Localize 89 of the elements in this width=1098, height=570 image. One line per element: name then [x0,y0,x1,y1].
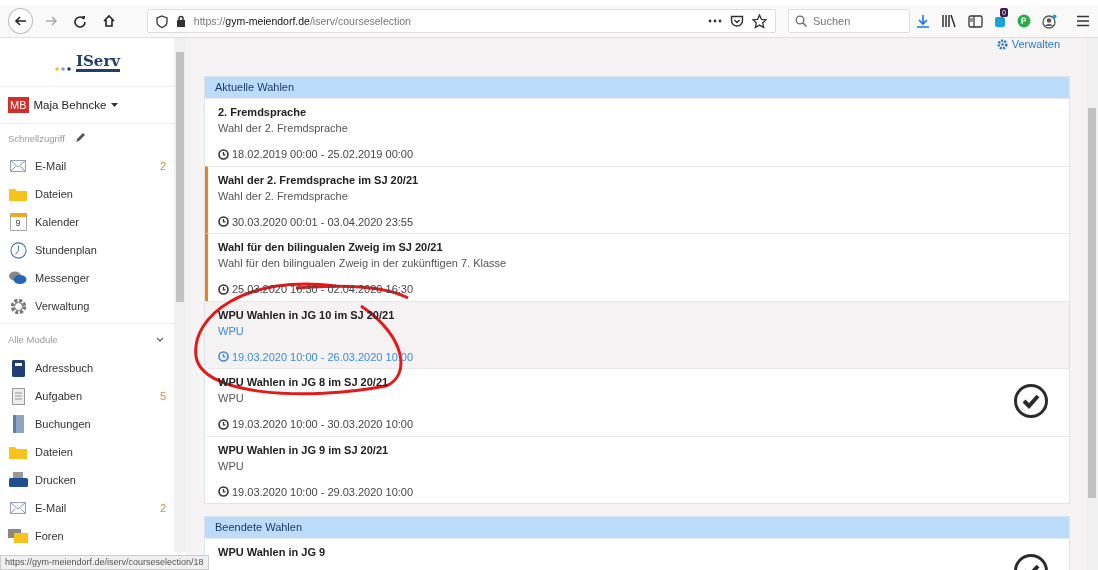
caret-icon [111,103,119,107]
selection-subtitle: WPU [218,459,245,472]
sidebar-item[interactable]: Verwaltung [0,292,174,320]
selection-row[interactable]: Wahl der 2. Fremdsprache im SJ 20/21 Wahl der 2. Fremdsprache 30.03.2020 00:01 - 03.04.2020 23:55 [205,165,1069,233]
selection-row[interactable]: WPU Wahlen in JG 9 [205,538,1069,570]
search-field[interactable]: Suchen [788,9,910,33]
more-icon[interactable] [708,19,722,23]
status-url: https://gym-meiendorf.de/iserv/courseselection/18 [0,555,209,570]
selection-row[interactable]: WPU Wahlen in JG 9 im SJ 20/21 WPU 19.03.2020 10:00 - 29.03.2020 10:00 [205,435,1069,503]
selection-subtitle: WPU [218,392,245,404]
star-icon[interactable] [752,13,767,29]
sidebar-item[interactable]: Adressbuch [0,354,174,382]
forward-arrow-icon [43,14,58,28]
sidebar-item[interactable]: 9 Kalender [0,208,174,236]
back-button[interactable] [8,8,34,34]
selection-subtitle: Wahl der 2. Fremdsprache [218,189,349,202]
selection-title: WPU Wahlen in JG 9 [218,546,327,558]
section-heading: Schnellzugriff [8,132,65,144]
book-icon [11,359,25,377]
printer-icon [8,472,28,488]
pocket-icon[interactable] [730,14,744,28]
sidebar-item[interactable]: Aufgaben 5 [0,382,174,410]
selection-subtitle: WPU [218,324,245,337]
clock-icon [218,351,229,362]
gear-icon [9,297,27,315]
selection-period: 18.02.2019 00:00 - 25.02.2019 00:00 [218,148,1059,160]
selection-period: 30.03.2020 00:01 - 03.04.2020 23:55 [218,215,1059,228]
forum-icon [8,529,28,543]
logo[interactable]: IServ [54,52,120,72]
selection-period: 19.03.2020 10:00 - 29.03.2020 10:00 [218,485,1059,498]
sidebar-item[interactable]: Drucken [0,466,174,494]
selection-title: WPU Wahlen in JG 9 im SJ 20/21 [218,443,390,456]
reload-icon [73,14,87,28]
sidebar-item[interactable]: Dateien [0,180,174,208]
sidebar-item[interactable]: Buchungen [0,410,174,438]
envelope-icon [10,160,26,172]
sidebar-item[interactable]: Messenger [0,264,174,292]
selection-period: 19.03.2020 10:00 - 30.03.2020 10:00 [218,418,1013,430]
sidebar-item[interactable]: E-Mail 2 [0,494,174,522]
sidebar-item[interactable]: Foren [0,522,174,550]
scrollbar[interactable] [1086,38,1098,570]
account-icon[interactable] [1042,13,1057,29]
sidebar-item[interactable]: Stundenplan [0,236,174,264]
address-bar[interactable]: https://gym-meiendorf.de/iserv/courseselection [146,9,776,33]
unread-count: 2 [159,160,166,172]
clipboard-icon [11,387,25,405]
clock-icon [9,241,27,259]
search-icon [795,15,807,27]
selection-subtitle: Wahl für den bilingualen Zweig in der zukünftigen 7. Klasse [218,257,508,269]
home-icon [102,14,117,28]
chat-icon [9,271,27,285]
binder-icon [12,415,24,433]
clock-icon [218,283,229,295]
clock-icon [218,216,229,227]
sidebar-item[interactable]: Dateien [0,438,174,466]
unread-count: 5 [159,390,166,402]
user-initials: MB [8,97,29,113]
panel-heading: Beendete Wahlen [205,517,1069,538]
lock-icon [175,15,186,27]
folder-icon [9,445,27,459]
section-heading: Alle Module [8,333,58,345]
shield-icon [155,14,168,28]
selection-title: Wahl für den bilingualen Zweig im SJ 20/21 [218,241,444,253]
clock-icon [218,148,229,160]
selection-row[interactable]: 2. Fremdsprache Wahl der 2. Fremdsprache 18.02.2019 00:00 - 25.02.2019 00:00 [205,98,1069,166]
panel-heading: Aktuelle Wahlen [205,77,1069,98]
download-icon[interactable] [916,14,930,28]
sidebar-item[interactable]: E-Mail 2 [0,152,174,180]
url-text: https://gym-meiendorf.de/iserv/courseselection [193,15,411,27]
clock-icon [218,486,229,497]
selection-title: 2. Fremdsprache [218,106,308,118]
user-menu[interactable]: MB Maja Behncke [0,87,174,124]
extension-icon[interactable] [994,14,1006,28]
chevron-icon[interactable] [156,336,164,342]
back-arrow-icon [13,14,28,28]
selection-title: Wahl der 2. Fremdsprache im SJ 20/21 [218,173,420,186]
manage-link[interactable]: Verwalten [996,38,1060,50]
pencil-icon[interactable] [74,133,85,143]
clock-icon [218,418,229,430]
selection-subtitle: Wahl der 2. Fremdsprache [218,122,349,134]
scrollbar[interactable] [174,38,186,552]
library-icon[interactable] [941,14,957,28]
gear-icon [996,38,1008,50]
unread-count: 2 [159,502,166,514]
menu-icon[interactable] [1076,15,1090,27]
calendar-icon: 9 [9,213,27,231]
folder-icon [9,187,27,201]
sidebar-icon[interactable] [968,14,983,28]
envelope-icon [10,502,26,514]
